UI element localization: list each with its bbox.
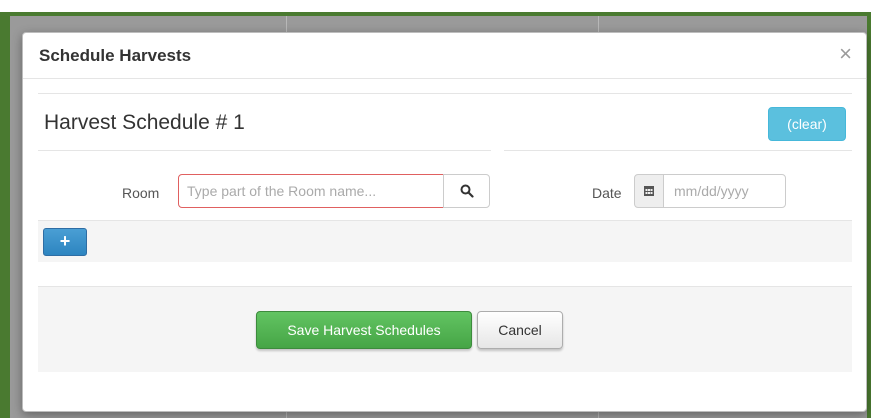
harvest-schedule-panel: Harvest Schedule # 1 (clear) Room Date [38,93,852,262]
date-input[interactable] [663,174,786,208]
divider [38,150,491,151]
background-top-strip [0,0,871,12]
close-icon[interactable]: × [839,43,852,65]
schedule-title: Harvest Schedule # 1 [44,111,245,134]
modal-footer: Save Harvest Schedules Cancel [38,286,852,372]
add-schedule-row: + [38,220,852,262]
date-addon [634,174,664,208]
clear-button[interactable]: (clear) [768,107,846,141]
room-label: Room [122,185,160,201]
cancel-button[interactable]: Cancel [477,311,563,349]
date-label: Date [592,185,622,201]
search-icon [460,184,474,198]
calendar-icon [644,186,654,196]
room-search-button[interactable] [443,174,490,208]
add-schedule-button[interactable]: + [43,228,87,256]
room-search-input[interactable] [178,174,444,208]
save-harvest-schedules-button[interactable]: Save Harvest Schedules [256,311,472,349]
modal-title: Schedule Harvests [39,46,192,65]
modal-header: Schedule Harvests × [23,33,866,79]
schedule-harvests-modal: Schedule Harvests × Harvest Schedule # 1… [22,32,867,412]
divider [504,150,852,151]
